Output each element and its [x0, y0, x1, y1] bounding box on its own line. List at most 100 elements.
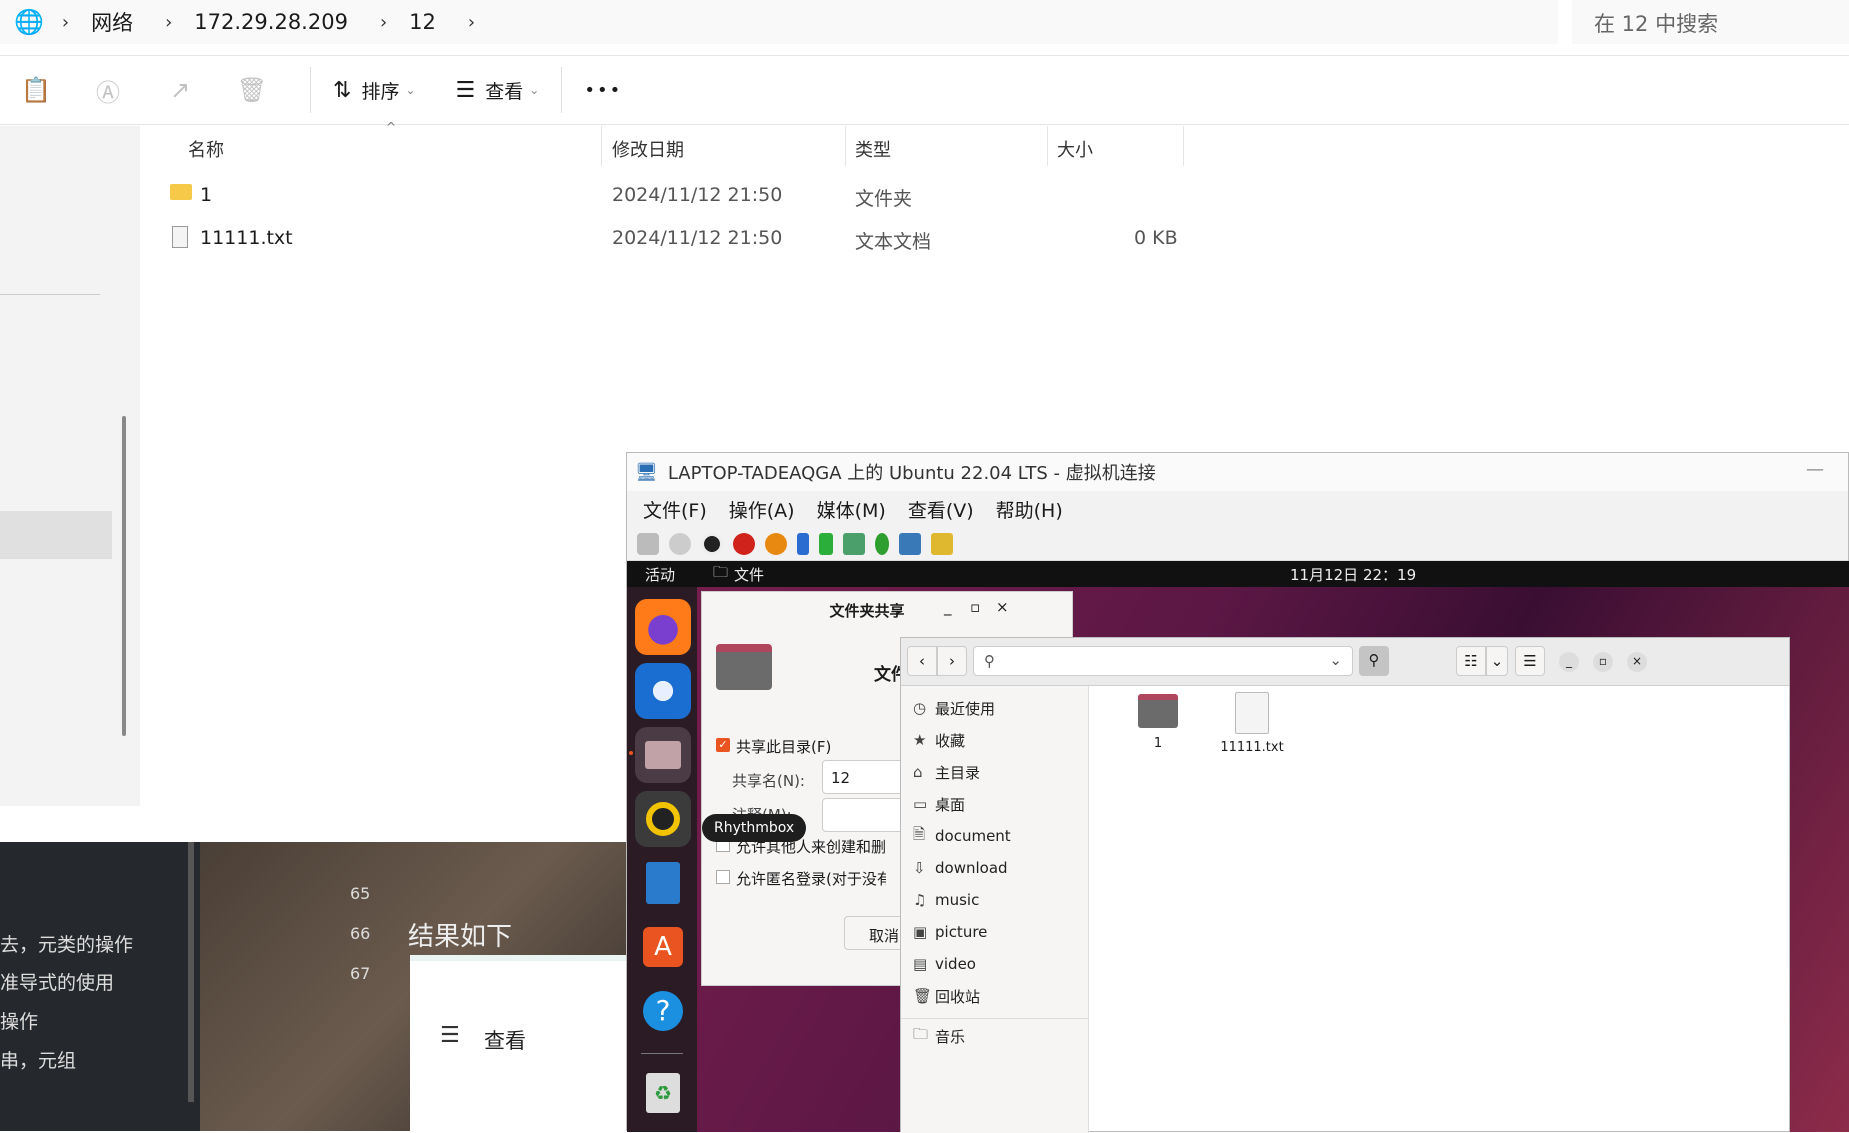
paste-icon[interactable]: 📋: [0, 76, 72, 104]
sidebar-item-starred[interactable]: ★ 收藏: [913, 724, 965, 756]
activities-button[interactable]: 活动: [645, 564, 675, 585]
sort-ascending-icon: ^: [386, 120, 397, 134]
recycle-icon: ♻: [646, 1073, 680, 1113]
nav-scrollbar[interactable]: [122, 416, 126, 736]
chevron-down-icon[interactable]: ⌄: [1329, 651, 1342, 669]
app-menu[interactable]: 文件: [734, 564, 764, 585]
sidebar-item-recent[interactable]: ◷ 最近使用: [913, 692, 995, 724]
start-icon[interactable]: [669, 532, 691, 555]
download-icon: ⇩: [913, 859, 926, 877]
network-icon[interactable]: 🌐: [14, 8, 44, 36]
main-menu-button[interactable]: ☰: [1515, 646, 1545, 676]
sidebar-item-label: 音乐: [935, 1027, 966, 1046]
resume-icon[interactable]: [819, 532, 833, 555]
more-options-button[interactable]: •••: [584, 80, 622, 101]
view-button[interactable]: ☰ 查看 ⌄: [456, 77, 540, 104]
menu-help[interactable]: 帮助(H): [996, 496, 1063, 523]
sidebar-item-bookmark[interactable]: 🗀 音乐: [913, 1020, 965, 1052]
menu-media[interactable]: 媒体(M): [817, 496, 886, 523]
maximize-icon[interactable]: ▫: [970, 598, 980, 616]
sidebar-item-video[interactable]: ▤ video: [913, 948, 976, 980]
files-icon[interactable]: [635, 727, 691, 783]
view-options-button[interactable]: ⌄: [1486, 646, 1508, 676]
column-name-header[interactable]: 名称: [188, 136, 224, 162]
menu-action[interactable]: 操作(A): [729, 496, 795, 523]
address-bar[interactable]: 🌐 › 网络 › 172.29.28.209 › 12 ›: [0, 0, 1558, 44]
vm-title-bar[interactable]: 🖥 LAPTOP-TADEAQGA 上的 Ubuntu 22.04 LTS - …: [627, 453, 1848, 491]
minimize-icon[interactable]: —: [1806, 459, 1824, 480]
sort-button[interactable]: ⇅ 排序 ⌄: [333, 77, 416, 104]
allow-guest-checkbox[interactable]: [716, 870, 730, 884]
editor-scrollbar[interactable]: [188, 842, 194, 1102]
breadcrumb-folder[interactable]: 12: [409, 10, 436, 34]
libreoffice-writer-icon[interactable]: [635, 855, 691, 911]
outline-item[interactable]: 串，元组: [0, 1046, 76, 1073]
chevron-right-icon[interactable]: ›: [380, 12, 387, 33]
breadcrumb-network[interactable]: 网络: [91, 7, 133, 37]
chevron-down-icon: ⌄: [529, 83, 540, 97]
sidebar-item-music[interactable]: ♫ music: [913, 884, 979, 916]
column-divider: [1047, 126, 1048, 166]
thunderbird-icon[interactable]: [635, 663, 691, 719]
sidebar-item-desktop[interactable]: ▭ 桌面: [913, 788, 965, 820]
revert-icon[interactable]: [875, 532, 889, 555]
help-icon[interactable]: ?: [635, 983, 691, 1039]
back-button[interactable]: ‹: [907, 646, 937, 676]
close-button[interactable]: ×: [1627, 652, 1647, 672]
sidebar-item-document[interactable]: 🗎 document: [913, 820, 1011, 852]
column-size-header[interactable]: 大小: [1057, 136, 1093, 162]
share-checkbox[interactable]: ✓: [716, 738, 730, 752]
nav-selected-item[interactable]: [0, 511, 112, 559]
list-view-button[interactable]: ☷: [1456, 646, 1486, 676]
sidebar-item-download[interactable]: ⇩ download: [913, 852, 1008, 884]
shutdown-icon[interactable]: [733, 532, 755, 555]
column-divider: [845, 126, 846, 166]
file-date: 2024/11/12 21:50: [612, 227, 783, 249]
breadcrumb-host[interactable]: 172.29.28.209: [194, 10, 348, 34]
checkpoint-icon[interactable]: [843, 532, 865, 555]
outline-item[interactable]: 操作: [0, 1007, 38, 1034]
pause-icon[interactable]: [797, 532, 809, 555]
chevron-right-icon[interactable]: ›: [62, 12, 69, 33]
sidebar-item-label: picture: [935, 923, 988, 941]
column-type-header[interactable]: 类型: [855, 136, 891, 162]
minimize-icon[interactable]: _: [944, 598, 952, 616]
outline-item[interactable]: 去，元类的操作: [0, 930, 133, 957]
minimize-button[interactable]: _: [1559, 652, 1579, 672]
share-icon[interactable]: [931, 532, 953, 555]
sidebar-item-picture[interactable]: ▣ picture: [913, 916, 987, 948]
chevron-right-icon[interactable]: ›: [165, 12, 172, 33]
music-icon: ♫: [913, 891, 927, 909]
search-input[interactable]: 在 12 中搜索: [1572, 0, 1849, 44]
menu-file[interactable]: 文件(F): [643, 496, 707, 523]
ctrl-alt-del-icon[interactable]: [637, 532, 659, 555]
delete-icon[interactable]: 🗑: [216, 76, 288, 104]
grid-item-file[interactable]: 11111.txt: [1197, 692, 1307, 755]
menu-view[interactable]: 查看(V): [908, 496, 974, 523]
vm-monitor-icon: 🖥: [635, 461, 658, 483]
table-row[interactable]: 1 2024/11/12 21:50 文件夹: [140, 176, 1200, 216]
column-date-header[interactable]: 修改日期: [612, 136, 684, 162]
location-search-input[interactable]: ⚲ ⌄: [973, 646, 1353, 676]
close-icon[interactable]: ×: [996, 598, 1009, 616]
share-icon[interactable]: ↗: [144, 76, 216, 104]
sidebar-item-trash[interactable]: 🗑 回收站: [913, 980, 980, 1012]
forward-button[interactable]: ›: [937, 646, 967, 676]
trash-icon[interactable]: ♻: [635, 1065, 691, 1121]
chevron-right-icon[interactable]: ›: [468, 12, 475, 33]
outline-item[interactable]: 准导式的使用: [0, 968, 114, 995]
firefox-icon[interactable]: [635, 599, 691, 655]
save-icon[interactable]: [765, 532, 787, 555]
vm-toolbar: [627, 527, 1848, 561]
search-button[interactable]: ⚲: [1359, 646, 1389, 676]
rename-icon[interactable]: Ⓐ: [72, 73, 144, 108]
app-center-icon[interactable]: A: [635, 919, 691, 975]
sidebar-item-home[interactable]: ⌂ 主目录: [913, 756, 980, 788]
enhanced-session-icon[interactable]: [899, 532, 921, 555]
clock[interactable]: 11月12日 22：19: [1290, 564, 1416, 585]
maximize-button[interactable]: ▫: [1593, 652, 1613, 672]
table-row[interactable]: 11111.txt 2024/11/12 21:50 文本文档 0 KB: [140, 219, 1200, 259]
rhythmbox-icon[interactable]: [635, 791, 691, 847]
grid-item-folder[interactable]: 1: [1123, 694, 1193, 751]
turn-off-icon[interactable]: [701, 532, 723, 555]
